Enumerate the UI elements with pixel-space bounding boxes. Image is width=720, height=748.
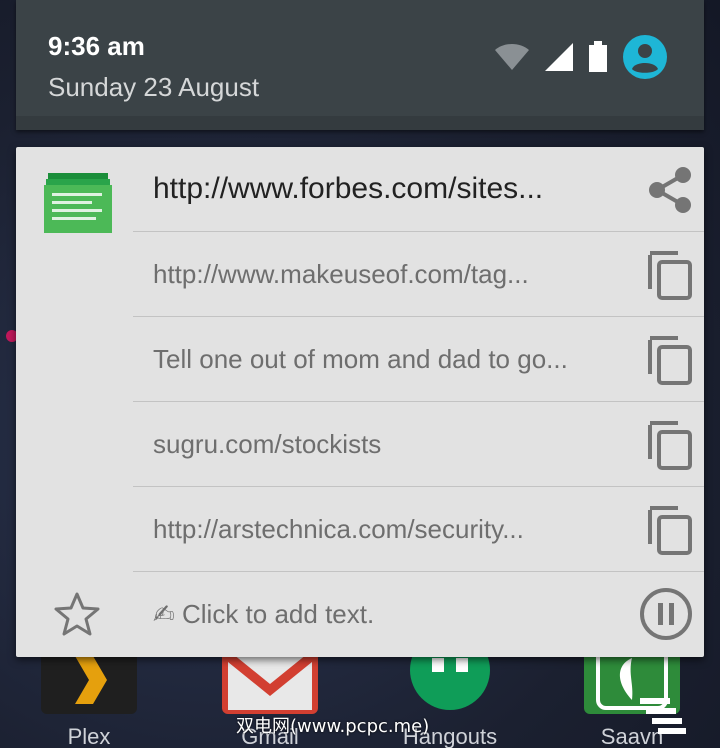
- pause-circle-icon[interactable]: [638, 586, 694, 647]
- clipboard-item-text: Tell one out of mom and dad to go...: [153, 344, 568, 374]
- copy-icon[interactable]: [644, 504, 696, 556]
- clipboard-notification-card: http://www.forbes.com/sites... http://ww…: [16, 147, 704, 657]
- add-text-button[interactable]: ✍ Click to add text.: [153, 572, 374, 657]
- star-outline-icon[interactable]: [54, 592, 100, 641]
- clipboard-item[interactable]: http://arstechnica.com/security...: [133, 487, 704, 572]
- clipboard-item-text: http://arstechnica.com/security...: [153, 514, 524, 544]
- wifi-icon: [494, 43, 530, 76]
- clipboard-item-text: sugru.com/stockists: [153, 429, 382, 459]
- clipboard-footer: ✍ Click to add text.: [16, 572, 704, 657]
- watermark-text: 双电网(www.pcpc.me): [236, 716, 430, 737]
- clock-date: Sunday 23 August: [48, 72, 260, 102]
- copy-icon[interactable]: [644, 419, 696, 471]
- status-icons: [494, 34, 668, 85]
- clipboard-item-current[interactable]: http://www.forbes.com/sites...: [133, 147, 704, 232]
- watermark-logo-icon: [640, 698, 688, 739]
- share-icon[interactable]: [644, 164, 696, 216]
- account-icon[interactable]: [622, 34, 668, 85]
- copy-icon[interactable]: [644, 249, 696, 301]
- clipboard-list-icon: [44, 173, 112, 238]
- clipboard-item[interactable]: http://www.makeuseof.com/tag...: [133, 232, 704, 317]
- clipboard-item[interactable]: Tell one out of mom and dad to go...: [133, 317, 704, 402]
- clipboard-item-text: http://www.makeuseof.com/tag...: [153, 259, 529, 289]
- clipboard-item[interactable]: sugru.com/stockists: [133, 402, 704, 487]
- copy-icon[interactable]: [644, 334, 696, 386]
- signal-icon: [544, 42, 574, 77]
- clock-time: 9:36 am: [48, 31, 145, 61]
- shade-divider: [16, 116, 704, 130]
- clipboard-item-text: http://www.forbes.com/sites...: [153, 172, 544, 205]
- battery-icon: [588, 41, 608, 78]
- dock-app-label: Plex: [67, 724, 111, 748]
